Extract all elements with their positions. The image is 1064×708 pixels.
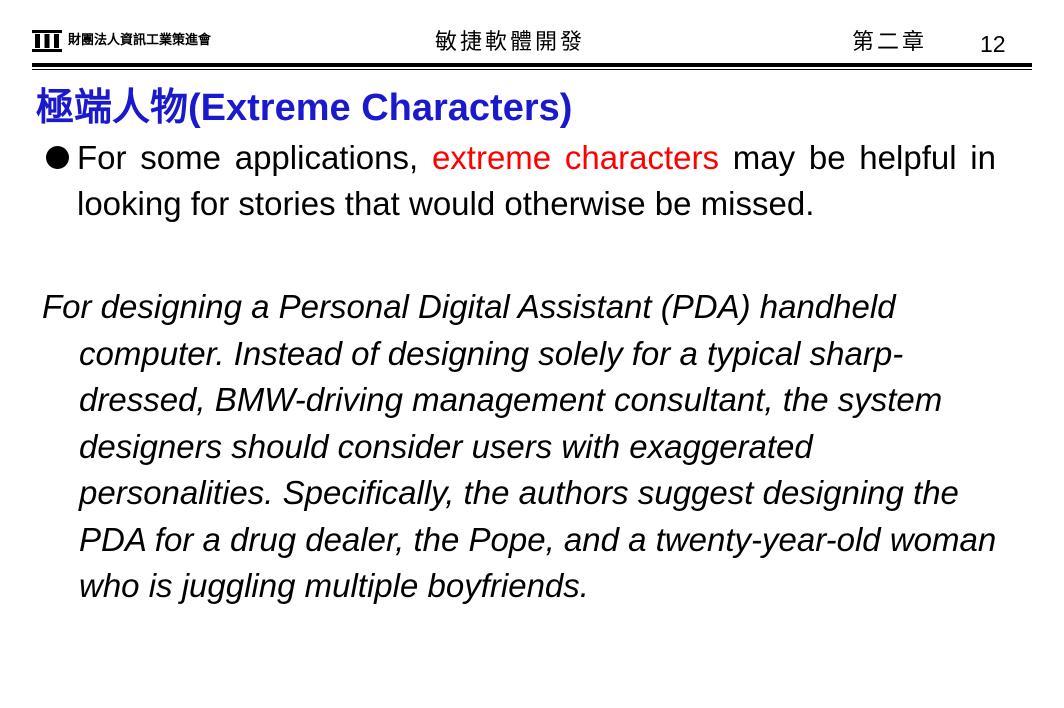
header-divider-thick (32, 63, 1032, 67)
chapter-label: 第二章 (852, 30, 928, 55)
organization-logo: 財團法人資訊工業策進會 (32, 30, 211, 52)
slide-header: 財團法人資訊工業策進會 敏捷軟體開發 第二章 12 (0, 0, 1064, 70)
page-number: 12 (980, 31, 1006, 57)
slide-title-chinese: 極端人物 (36, 84, 189, 129)
slide-title-english: (Extreme Characters) (188, 87, 573, 129)
bullet-item: For some applications, extreme character… (46, 135, 996, 227)
example-text: For designing a Personal Digital Assista… (42, 288, 997, 604)
highlighted-term: extreme characters (431, 139, 719, 176)
bullet-text-before: For some applications, (77, 139, 432, 176)
slide-title: 極端人物(Extreme Characters) (36, 83, 572, 132)
course-title: 敏捷軟體開發 (435, 30, 586, 55)
header-divider-thin (32, 69, 1032, 70)
filled-circle-bullet-icon (46, 146, 69, 169)
bullet-text: For some applications, extreme character… (77, 135, 996, 227)
institute-building-icon (32, 30, 62, 52)
organization-name: 財團法人資訊工業策進會 (68, 33, 212, 48)
example-paragraph: For designing a Personal Digital Assista… (42, 284, 1004, 610)
